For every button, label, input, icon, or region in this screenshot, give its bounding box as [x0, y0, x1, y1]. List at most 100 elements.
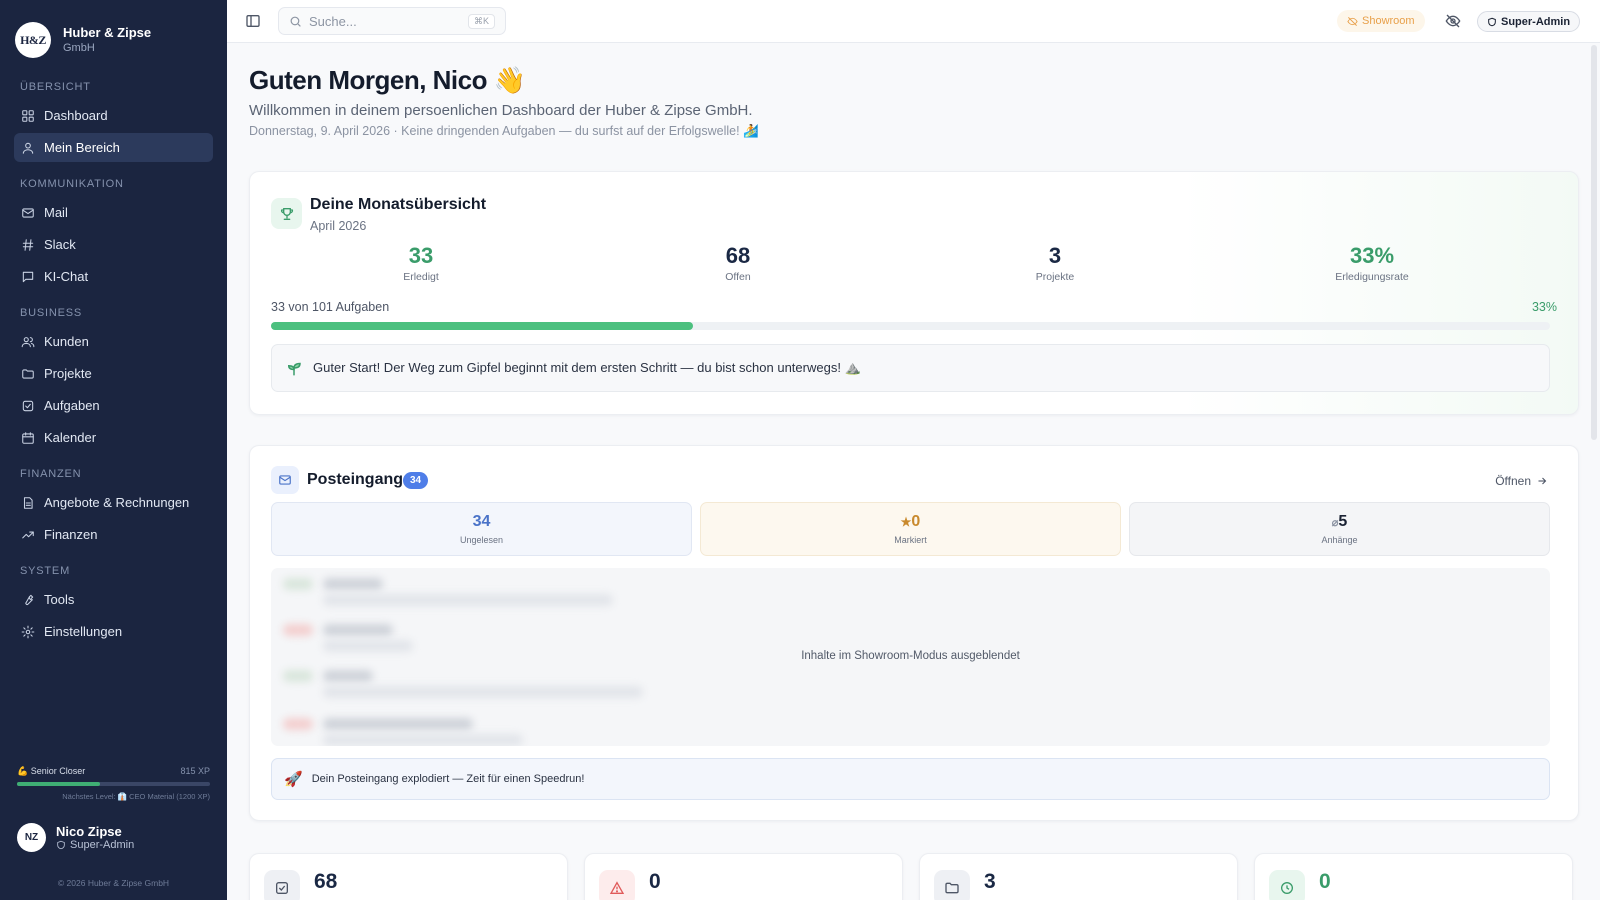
- scrollbar[interactable]: [1591, 45, 1597, 440]
- card-value: 68: [314, 870, 338, 893]
- open-inbox-label: Öffnen: [1495, 474, 1531, 488]
- search-input[interactable]: Suche... ⌘K: [278, 7, 506, 35]
- sidebar-toggle-icon[interactable]: [245, 13, 261, 29]
- unread-stat[interactable]: 34 Ungelesen: [271, 502, 692, 556]
- sidebar-item-label: Projekte: [44, 366, 92, 381]
- main-content: Guten Morgen, Nico 👋 Willkommen in deine…: [227, 43, 1600, 900]
- flagged-stat[interactable]: ★0 Markiert: [700, 502, 1121, 556]
- flagged-value: 0: [911, 513, 921, 530]
- monthly-overview-title: Deine Monatsübersicht: [310, 196, 487, 213]
- sidebar-item-label: Mein Bereich: [44, 140, 120, 155]
- avatar: NZ: [17, 823, 46, 852]
- brand-subtitle: GmbH: [63, 42, 95, 54]
- sidebar-item-kunden[interactable]: Kunden: [14, 327, 213, 356]
- hide-content-icon[interactable]: [1445, 13, 1461, 29]
- inbox-hint-text: Dein Posteingang explodiert — Zeit für e…: [311, 773, 585, 785]
- clock-icon: [1269, 870, 1305, 900]
- stat-value: 33: [408, 243, 434, 268]
- nav-section-title: BUSINESS: [20, 307, 83, 319]
- projects-card[interactable]: 3: [919, 853, 1238, 900]
- sidebar-item-label: Angebote & Rechnungen: [44, 495, 190, 510]
- nav-section-title: SYSTEM: [20, 565, 71, 577]
- user-name: Nico Zipse: [56, 824, 122, 839]
- warning-icon: [599, 870, 635, 900]
- inbox-count-badge: 34: [403, 472, 428, 489]
- user-profile[interactable]: NZ Nico Zipse Super-Admin: [17, 823, 134, 852]
- sidebar-item-dashboard[interactable]: Dashboard: [14, 101, 213, 130]
- blurred-line: [323, 670, 373, 682]
- sidebar: H&Z Huber & Zipse GmbH ÜBERSICHT Dashboar…: [0, 0, 227, 900]
- sidebar-item-label: Kalender: [44, 430, 97, 445]
- sidebar-item-ki-chat[interactable]: KI-Chat: [14, 262, 213, 291]
- sidebar-item-label: Finanzen: [44, 527, 98, 542]
- brand[interactable]: H&Z Huber & Zipse GmbH: [0, 0, 227, 65]
- document-icon: [23, 496, 33, 509]
- blurred-avatar: [283, 670, 313, 682]
- page-title: Guten Morgen, Nico 👋: [249, 65, 526, 95]
- stat-label: Erledigungsrate: [1335, 271, 1409, 283]
- arrow-right-icon: [1538, 477, 1547, 485]
- sidebar-item-label: Dashboard: [44, 108, 108, 123]
- chat-icon: [22, 271, 34, 282]
- hash-icon: [22, 238, 34, 251]
- wrench-icon: [25, 594, 34, 605]
- dashboard-icon: [22, 109, 34, 122]
- user-icon: [22, 142, 34, 154]
- xp-next-level: Nächstes Level: 👔 CEO Material (1200 XP): [62, 792, 210, 801]
- role-badge[interactable]: Super-Admin: [1477, 11, 1581, 32]
- unread-label: Ungelesen: [459, 535, 504, 545]
- blurred-avatar: [283, 578, 313, 590]
- sidebar-item-projekte[interactable]: Projekte: [14, 359, 213, 388]
- card-value: 0: [649, 870, 661, 893]
- user-role: Super-Admin: [56, 839, 134, 851]
- attachments-label: Anhänge: [1321, 535, 1358, 545]
- progress-percent: 33%: [1531, 300, 1557, 314]
- stat-label: Projekte: [1035, 271, 1075, 283]
- open-tasks-card[interactable]: 68: [249, 853, 568, 900]
- motivation-text: Guter Start! Der Weg zum Gipfel beginnt …: [313, 360, 861, 375]
- sidebar-nav: ÜBERSICHT Dashboard Mein Bereich KOMMUNIKAT…: [0, 65, 227, 649]
- monthly-overview-card: Deine Monatsübersicht April 2026 33 Erle…: [249, 171, 1579, 415]
- overdue-card[interactable]: 0: [584, 853, 903, 900]
- sidebar-item-kalender[interactable]: Kalender: [14, 423, 213, 452]
- shield-icon: [1488, 17, 1496, 26]
- progress-bar: [271, 322, 1550, 330]
- sidebar-item-label: Einstellungen: [44, 624, 123, 639]
- sidebar-item-einstellungen[interactable]: Einstellungen: [14, 617, 213, 646]
- sidebar-item-angebote-rechnungen[interactable]: Angebote & Rechnungen: [14, 488, 213, 517]
- progress-bar-fill: [271, 322, 694, 330]
- open-inbox-link[interactable]: Öffnen: [1495, 474, 1548, 488]
- blurred-line: [323, 718, 473, 730]
- sidebar-item-tools[interactable]: Tools: [14, 585, 213, 614]
- search-shortcut: ⌘K: [467, 13, 495, 29]
- inbox-card: Posteingang 34 Öffnen 34 Ungelesen ★0 Ma…: [249, 445, 1579, 821]
- sidebar-item-slack[interactable]: Slack: [14, 230, 213, 259]
- xp-value: 815 XP: [180, 766, 210, 776]
- users-icon: [21, 336, 35, 347]
- checkbox-icon: [264, 870, 300, 900]
- attachments-stat[interactable]: ⌀5 Anhänge: [1129, 502, 1550, 556]
- showroom-label: Showroom: [1362, 15, 1415, 27]
- flagged-label: Markiert: [894, 535, 927, 545]
- blurred-line: [323, 624, 393, 636]
- sidebar-item-mein-bereich[interactable]: Mein Bereich: [14, 133, 213, 162]
- folder-icon: [22, 368, 34, 379]
- sidebar-item-finanzen[interactable]: Finanzen: [14, 520, 213, 549]
- mail-icon: [22, 207, 34, 218]
- welcome-text: Willkommen in deinem persoenlichen Dashb…: [249, 102, 753, 119]
- search-icon: [290, 16, 301, 27]
- stat-completion-rate: 33% Erledigungsrate: [1272, 243, 1472, 283]
- brand-logo: H&Z: [15, 22, 51, 58]
- blurred-line: [323, 686, 643, 698]
- unread-value: 34: [472, 513, 491, 530]
- showroom-hidden-notice: Inhalte im Showroom-Modus ausgeblendet: [801, 650, 1020, 662]
- role-badge-label: Super-Admin: [1501, 15, 1571, 28]
- copyright: © 2026 Huber & Zipse GmbH: [57, 878, 170, 888]
- user-role-label: Super-Admin: [70, 839, 135, 851]
- nav-section-title: FINANZEN: [20, 468, 82, 480]
- showroom-toggle[interactable]: Showroom: [1337, 10, 1425, 32]
- time-card[interactable]: 0: [1254, 853, 1573, 900]
- calendar-icon: [22, 431, 34, 444]
- sidebar-item-mail[interactable]: Mail: [14, 198, 213, 227]
- sidebar-item-aufgaben[interactable]: Aufgaben: [14, 391, 213, 420]
